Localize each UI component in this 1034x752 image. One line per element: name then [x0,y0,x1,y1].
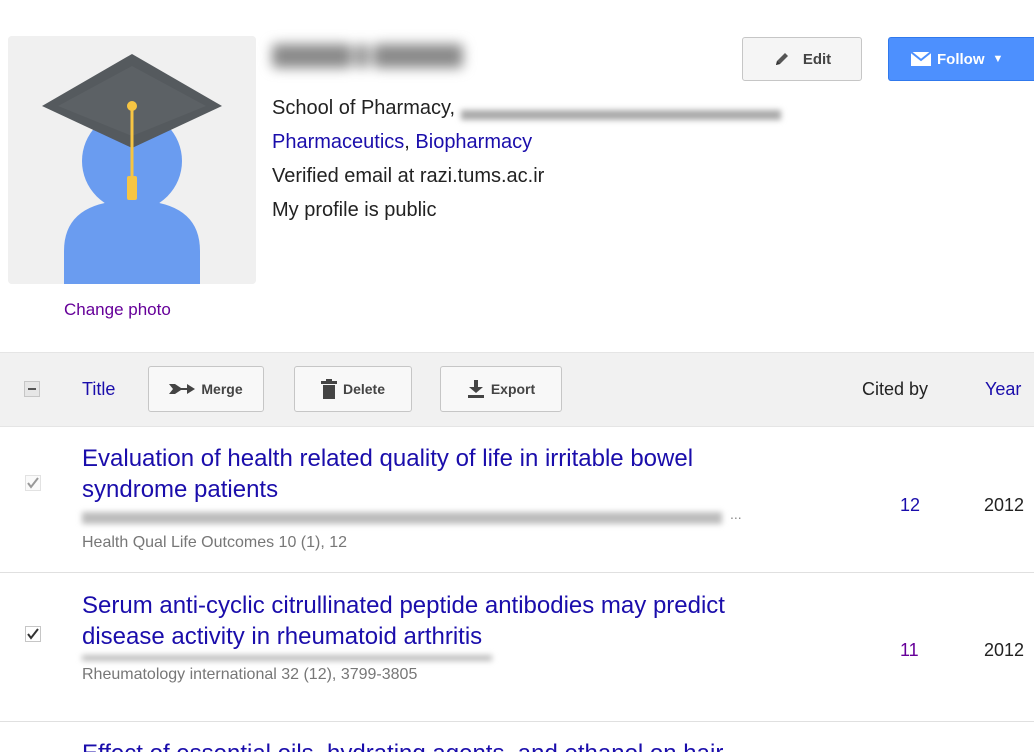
trash-icon [320,379,337,399]
merge-label: Merge [201,381,243,397]
articles-toolbar: Title Merge Delete Export Cited by Year [0,352,1034,427]
affiliation-text: School of Pharmacy, [272,97,456,119]
delete-label: Delete [342,381,386,397]
download-icon [467,380,484,398]
export-label: Export [490,381,536,397]
chevron-down-icon: ▼ [992,53,1004,65]
affiliation: School of Pharmacy, [272,97,782,120]
article-row: Effect of essential oils, hydrating agen… [0,722,1034,752]
article-title-link[interactable]: Serum anti-cyclic citrullinated peptide … [82,590,782,652]
profile-photo[interactable] [8,36,256,284]
checkmark-icon [27,477,39,489]
pencil-icon [775,53,788,65]
edit-button[interactable]: Edit [742,37,862,81]
profile-name-redacted [272,36,492,76]
interest-link-biopharmacy[interactable]: Biopharmacy [415,131,532,153]
article-cited-by-link[interactable]: 12 [900,495,920,516]
export-button[interactable]: Export [440,366,562,412]
article-row: Serum anti-cyclic citrullinated peptide … [0,573,1034,722]
article-title-link[interactable]: Evaluation of health related quality of … [82,443,782,505]
verified-email: Verified email at razi.tums.ac.ir [272,165,545,187]
affiliation-redacted [461,109,782,120]
merge-arrow-icon [169,384,196,394]
sort-by-title[interactable]: Title [82,379,115,400]
article-year: 2012 [984,640,1025,660]
article-year: 2012 [984,495,1025,515]
follow-label: Follow [937,50,985,68]
edit-label: Edit [802,50,832,68]
select-all-checkbox[interactable] [24,381,40,397]
cited-by-header: Cited by [862,379,929,399]
change-photo-link[interactable]: Change photo [64,300,171,320]
article-venue: Health Qual Life Outcomes 10 (1), 12 [82,534,348,551]
delete-button[interactable]: Delete [294,366,412,412]
article-checkbox[interactable] [25,475,41,491]
authors-ellipsis: ... [730,506,742,522]
merge-button[interactable]: Merge [148,366,264,412]
article-row: Evaluation of health related quality of … [0,426,1034,573]
article-cited-by-link[interactable]: 11 [900,640,919,661]
article-checkbox[interactable] [25,626,41,642]
profile-visibility: My profile is public [272,199,437,221]
research-interests: Pharmaceutics, Biopharmacy [272,131,532,154]
interest-link-pharmaceutics[interactable]: Pharmaceutics [272,131,404,153]
article-venue: Rheumatology international 32 (12), 3799… [82,666,418,683]
article-authors-redacted [82,655,492,661]
checkmark-icon [27,628,39,640]
article-authors-redacted [82,512,722,524]
sort-by-year[interactable]: Year [985,379,1021,400]
graduate-avatar-icon [8,36,256,284]
interest-separator: , [404,131,416,153]
article-title-link[interactable]: Effect of essential oils, hydrating agen… [82,738,782,752]
follow-button[interactable]: Follow ▼ [888,37,1034,81]
envelope-icon [911,52,931,66]
